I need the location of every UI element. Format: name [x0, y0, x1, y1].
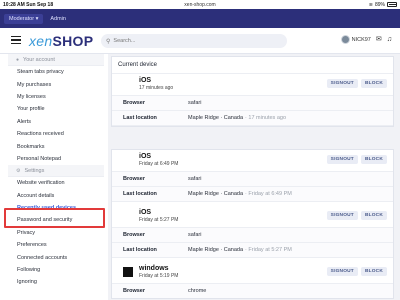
sidebar-item-verification[interactable]: Website verification	[8, 177, 104, 189]
browser-label: Browser	[123, 288, 146, 294]
status-right: ≋ 89%	[369, 2, 397, 8]
signout-button[interactable]: SIGNOUT	[326, 79, 358, 88]
browser-label: Browser	[123, 176, 146, 182]
sidebar-item-ignoring[interactable]: Ignoring	[8, 276, 104, 288]
device-entry: iOS 17 minutes ago SIGNOUT BLOCK Browser…	[112, 74, 393, 126]
browser-label: Browser	[123, 232, 146, 238]
location-time: · Friday at 6:49 PM	[245, 191, 292, 197]
sidebar-item-privacy[interactable]: Privacy	[8, 227, 104, 239]
device-header: windows Friday at 5:19 PM SIGNOUT BLOCK	[112, 262, 393, 283]
device-header: iOS Friday at 5:27 PM SIGNOUT BLOCK	[112, 206, 393, 227]
device-entry: windows Friday at 5:19 PM SIGNOUT BLOCK …	[112, 262, 393, 298]
device-header: iOS Friday at 6:49 PM SIGNOUT BLOCK	[112, 150, 393, 171]
admin-link[interactable]: Admin	[45, 14, 71, 24]
signout-button[interactable]: SIGNOUT	[326, 211, 358, 220]
sidebar-section-settings: ⚙ Settings	[8, 165, 104, 178]
device-header: iOS 17 minutes ago SIGNOUT BLOCK	[112, 74, 393, 95]
windows-icon	[123, 267, 133, 277]
device-actions: SIGNOUT BLOCK	[326, 79, 387, 88]
user-icon: ●	[16, 56, 20, 63]
sidebar-item-steam-privacy[interactable]: Steam tabs privacy	[8, 66, 104, 78]
sidebar-item-connected[interactable]: Connected accounts	[8, 251, 104, 263]
search-input[interactable]	[113, 38, 274, 44]
device-browser-row: Browser chrome	[112, 283, 393, 298]
current-device-title: Current device	[112, 57, 393, 74]
menu-icon[interactable]	[11, 36, 21, 44]
sidebar-item-profile[interactable]: Your profile	[8, 103, 104, 115]
logo-shop: SHOP	[52, 33, 94, 49]
location-time: · 17 minutes ago	[245, 115, 287, 121]
search-icon: ⚲	[106, 38, 111, 45]
annotation-highlight-box	[4, 208, 105, 228]
wifi-icon: ≋	[368, 1, 373, 8]
browser-value: safari	[188, 100, 202, 106]
block-button[interactable]: BLOCK	[360, 211, 387, 220]
username-link[interactable]: NICK97	[352, 37, 371, 43]
account-sidebar: ● Your account Steam tabs privacy My pur…	[8, 54, 104, 300]
sidebar-item-reactions[interactable]: Reactions received	[8, 128, 104, 140]
device-actions: SIGNOUT BLOCK	[326, 211, 387, 220]
sidebar-item-preferences[interactable]: Preferences	[8, 239, 104, 251]
block-button[interactable]: BLOCK	[360, 79, 387, 88]
sidebar-section-label: Settings	[24, 167, 45, 174]
signout-button[interactable]: SIGNOUT	[326, 155, 358, 164]
logo-xen: xen	[29, 33, 53, 49]
location-label: Last location	[123, 191, 157, 197]
search-bar[interactable]: ⚲	[101, 34, 287, 48]
sidebar-item-alerts[interactable]: Alerts	[8, 116, 104, 128]
device-location-row: Last location Maple Ridge · Canada · Fri…	[112, 242, 393, 257]
other-devices-panel: iOS Friday at 6:49 PM SIGNOUT BLOCK Brow…	[111, 149, 394, 299]
sidebar-item-licenses[interactable]: My licenses	[8, 91, 104, 103]
ios-status-bar: 10:28 AM Sun Sep 18 xen-shop.com ≋ 89%	[0, 0, 400, 9]
gear-icon: ⚙	[16, 167, 21, 174]
device-location-row: Last location Maple Ridge · Canada · Fri…	[112, 186, 393, 201]
sidebar-item-account-details[interactable]: Account details	[8, 190, 104, 202]
sidebar-section-label: Your account	[23, 56, 55, 63]
device-actions: SIGNOUT BLOCK	[326, 155, 387, 164]
location-value: Maple Ridge · Canada	[188, 191, 244, 197]
device-entry: iOS Friday at 5:27 PM SIGNOUT BLOCK Brow…	[112, 206, 393, 258]
location-label: Last location	[123, 247, 157, 253]
device-browser-row: Browser safari	[112, 171, 393, 186]
browser-value: safari	[188, 232, 202, 238]
location-value: Maple Ridge · Canada	[188, 247, 244, 253]
location-time: · Friday at 5:27 PM	[245, 247, 292, 253]
current-device-panel: Current device iOS 17 minutes ago SIGNOU…	[111, 56, 394, 127]
sidebar-section-account: ● Your account	[8, 54, 104, 66]
sidebar-item-notepad[interactable]: Personal Notepad	[8, 153, 104, 165]
battery-icon	[387, 2, 397, 7]
main-content: Current device iOS 17 minutes ago SIGNOU…	[108, 54, 400, 300]
envelope-icon[interactable]: ✉	[376, 36, 382, 43]
block-button[interactable]: BLOCK	[360, 155, 387, 164]
device-actions: SIGNOUT BLOCK	[326, 267, 387, 276]
moderator-menu-button[interactable]: Moderator ▾	[4, 13, 44, 24]
sidebar-item-purchases[interactable]: My purchases	[8, 78, 104, 90]
location-label: Last location	[123, 115, 157, 121]
site-header: xenSHOP ⚲ NICK97 ✉ ♫	[0, 28, 400, 54]
signout-button[interactable]: SIGNOUT	[326, 267, 358, 276]
avatar[interactable]	[340, 35, 350, 44]
battery-percent: 89%	[374, 1, 385, 8]
device-browser-row: Browser safari	[112, 227, 393, 242]
browser-value: safari	[188, 176, 202, 182]
device-browser-row: Browser safari	[112, 95, 393, 110]
status-url[interactable]: xen-shop.com	[0, 2, 400, 8]
block-button[interactable]: BLOCK	[360, 267, 387, 276]
site-logo[interactable]: xen SHOP	[29, 33, 93, 49]
location-value: Maple Ridge · Canada	[188, 115, 244, 121]
browser-label: Browser	[123, 100, 146, 106]
admin-bar: Moderator ▾ Admin	[0, 9, 400, 28]
bell-icon[interactable]: ♫	[387, 36, 392, 43]
sidebar-item-bookmarks[interactable]: Bookmarks	[8, 140, 104, 152]
device-entry: iOS Friday at 6:49 PM SIGNOUT BLOCK Brow…	[112, 150, 393, 202]
header-user-area: NICK97 ✉ ♫	[340, 35, 392, 44]
sidebar-item-following[interactable]: Following	[8, 264, 104, 276]
device-location-row: Last location Maple Ridge · Canada · 17 …	[112, 110, 393, 125]
browser-value: chrome	[188, 288, 207, 294]
